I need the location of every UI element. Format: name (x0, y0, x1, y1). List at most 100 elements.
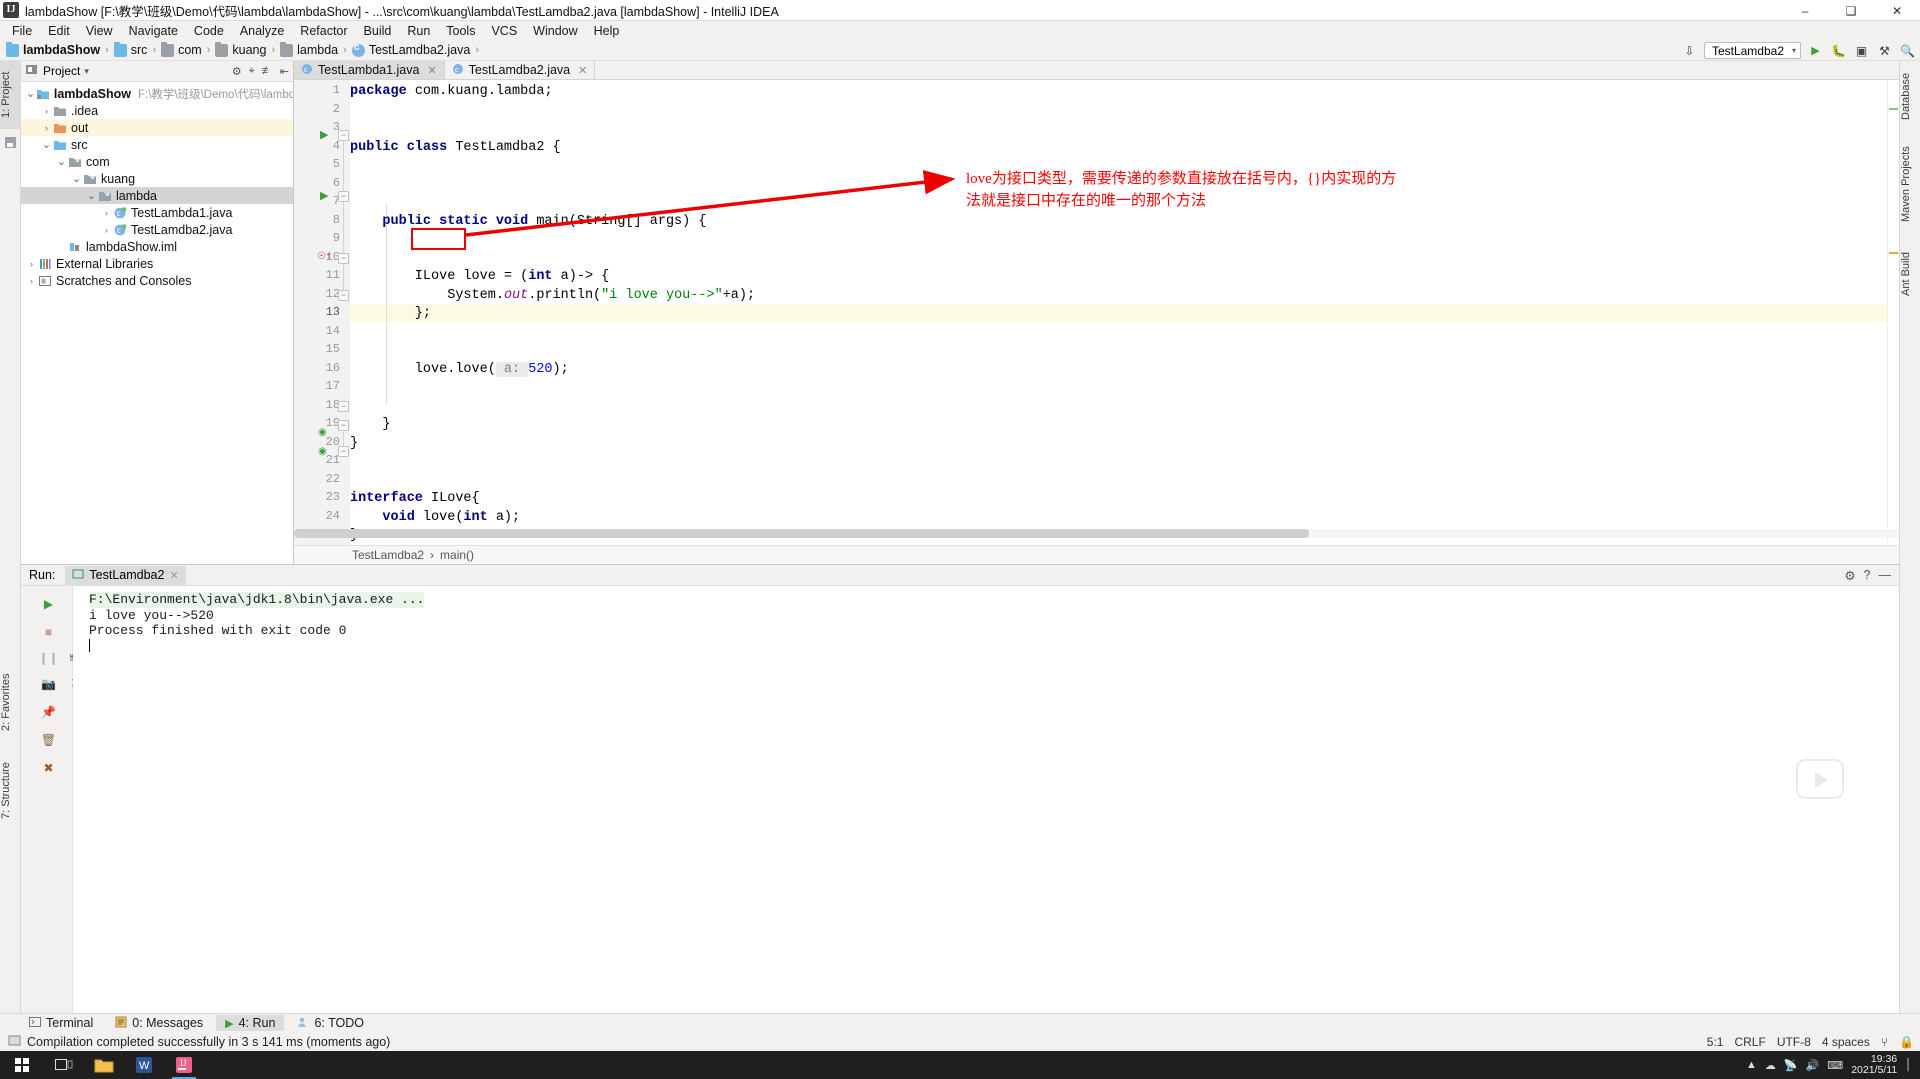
tray-expand-icon[interactable]: ▲ (1746, 1059, 1757, 1071)
menu-refactor[interactable]: Refactor (292, 23, 355, 39)
tray-icon-volume[interactable]: 🔊 (1806, 1059, 1820, 1072)
breadcrumb-item-lambda[interactable]: lambda › (280, 41, 352, 57)
close-icon[interactable]: ✕ (169, 569, 178, 582)
project-structure-icon[interactable] (4, 136, 17, 149)
run-with-coverage-button[interactable]: ▣ (1853, 42, 1870, 59)
sidebar-item-maven-projects[interactable]: Maven Projects (1900, 133, 1920, 235)
implemented-gutter-icon[interactable]: ◉ (318, 446, 327, 457)
tree-expand-arrow[interactable]: › (100, 225, 113, 235)
menu-build[interactable]: Build (356, 23, 400, 39)
update-project-icon[interactable]: ⇩ (1681, 42, 1698, 59)
menu-window[interactable]: Window (525, 23, 585, 39)
close-icon[interactable]: ✕ (427, 64, 436, 77)
chevron-down-icon[interactable]: ▾ (84, 66, 89, 77)
tab-terminal[interactable]: Terminal (20, 1015, 102, 1032)
run-console[interactable]: F:\Environment\java\jdk1.8\bin\java.exe … (73, 586, 1899, 1014)
menu-edit[interactable]: Edit (40, 23, 78, 39)
tree-expand-arrow[interactable]: ⌄ (25, 87, 36, 100)
editor-gutter[interactable]: 1234567891011121314151617181920212223242… (294, 80, 350, 564)
fold-marker[interactable]: − (338, 253, 349, 264)
tree-node-out[interactable]: › out (21, 119, 293, 136)
minimize-button[interactable]: – (1782, 0, 1828, 21)
line-separator[interactable]: CRLF (1734, 1035, 1765, 1049)
search-everywhere-button[interactable]: 🔍 (1899, 42, 1916, 59)
tree-expand-arrow[interactable]: › (25, 276, 38, 286)
menu-code[interactable]: Code (186, 23, 232, 39)
tree-expand-arrow[interactable]: ⌄ (55, 155, 68, 168)
breadcrumb-item-module[interactable]: lambdaShow › (6, 41, 114, 57)
run-method-gutter-icon[interactable]: ▶ (320, 189, 328, 202)
tab-testlamdba2[interactable]: c TestLamdba2.java ✕ (444, 61, 596, 79)
help-icon[interactable]: ? (1864, 568, 1871, 582)
tab-run[interactable]: ▶ 4: Run (216, 1015, 285, 1031)
tree-node-testlambda1-java[interactable]: › c TestLambda1.java (21, 204, 293, 221)
run-configuration-selector[interactable]: TestLamdba2 (1703, 42, 1801, 59)
caret-position[interactable]: 5:1 (1707, 1035, 1724, 1049)
fold-marker[interactable]: − (338, 290, 349, 301)
start-button[interactable] (0, 1051, 44, 1079)
settings-gear-icon[interactable]: ⚙ (232, 65, 242, 78)
tree-node-lambda[interactable]: ⌄ lambda (21, 187, 293, 204)
fold-marker[interactable]: − (338, 130, 349, 141)
breadcrumb-item-file[interactable]: TestLamdba2.java › (351, 42, 484, 57)
tray-icon-input[interactable]: ⌨ (1827, 1059, 1843, 1072)
tree-expand-arrow[interactable]: › (40, 123, 53, 133)
breadcrumb-item-kuang[interactable]: kuang › (215, 41, 280, 57)
breadcrumb-class[interactable]: TestLamdba2 (352, 548, 424, 562)
debug-button[interactable]: 🐛 (1830, 42, 1847, 59)
fold-marker[interactable]: − (338, 420, 349, 431)
menu-tools[interactable]: Tools (438, 23, 483, 39)
tab-todo[interactable]: 6: TODO (288, 1015, 373, 1032)
task-view-button[interactable] (44, 1051, 84, 1079)
menu-analyze[interactable]: Analyze (232, 23, 292, 39)
editor-error-stripe[interactable] (1887, 80, 1899, 564)
code-editor[interactable]: 1234567891011121314151617181920212223242… (294, 80, 1899, 564)
menu-view[interactable]: View (78, 23, 121, 39)
pause-button[interactable]: ❙❙ (38, 648, 58, 667)
tree-expand-arrow[interactable]: ⌄ (70, 172, 83, 185)
tree-node-kuang[interactable]: ⌄ kuang (21, 170, 293, 187)
menu-help[interactable]: Help (586, 23, 628, 39)
tab-messages[interactable]: 0: Messages (106, 1015, 212, 1032)
show-desktop-button[interactable]: │ (1905, 1059, 1912, 1071)
expand-collapse-icon[interactable]: ≢ (262, 65, 273, 77)
breadcrumb-item-src[interactable]: src › (113, 41, 161, 57)
sidebar-item-database[interactable]: Database (1900, 65, 1920, 127)
sidebar-item-favorites[interactable]: 2: Favorites (0, 661, 21, 743)
clock[interactable]: 19:36 2021/5/11 (1851, 1054, 1897, 1076)
tree-node-idea[interactable]: › .idea (21, 102, 293, 119)
breadcrumb-method[interactable]: main() (440, 548, 474, 562)
menu-navigate[interactable]: Navigate (121, 23, 186, 39)
print-button[interactable]: 📷 (39, 674, 58, 693)
file-encoding[interactable]: UTF-8 (1777, 1035, 1811, 1049)
menu-file[interactable]: File (4, 23, 40, 39)
lock-icon[interactable]: 🔒 (1899, 1035, 1914, 1049)
breadcrumb-item-com[interactable]: com › (161, 41, 215, 57)
implemented-gutter-icon[interactable]: ◉ (318, 427, 327, 438)
pin-button[interactable]: 📌 (39, 702, 58, 721)
run-tab-testlamdba2[interactable]: TestLamdba2 ✕ (65, 565, 186, 585)
code-content[interactable]: package com.kuang.lambda; public class T… (350, 83, 755, 564)
close-run-button[interactable]: ✖ (39, 758, 58, 777)
tree-node-external-libraries[interactable]: › External Libraries (21, 255, 293, 272)
scrollbar-thumb[interactable] (294, 529, 1309, 538)
tree-expand-arrow[interactable]: ⌄ (40, 138, 53, 151)
run-class-gutter-icon[interactable]: ▶ (320, 128, 328, 141)
sidebar-item-structure[interactable]: 7: Structure (0, 751, 21, 831)
intellij-icon[interactable]: IJ (164, 1051, 204, 1079)
stop-button[interactable]: ■ (39, 622, 58, 641)
tree-node-lambdashow[interactable]: ⌄ lambdaShow F:\教学\班级\Demo\代码\lambda\lam (21, 85, 293, 102)
tree-expand-arrow[interactable]: › (100, 208, 113, 218)
maximize-button[interactable]: ❑ (1828, 0, 1874, 21)
editor-horizontal-scrollbar[interactable] (294, 529, 1899, 538)
branch-icon[interactable]: ⑂ (1881, 1035, 1888, 1049)
tree-node-com[interactable]: ⌄ com (21, 153, 293, 170)
settings-icon[interactable]: ⚙ (1844, 568, 1855, 583)
trash-button[interactable]: 🗑 (39, 730, 58, 749)
file-explorer-icon[interactable] (84, 1051, 124, 1079)
menu-run[interactable]: Run (399, 23, 438, 39)
tree-node-scratches-and-consoles[interactable]: › Scratches and Consoles (21, 272, 293, 289)
word-icon[interactable]: W (124, 1051, 164, 1079)
hide-panel-icon[interactable]: ⇤ (280, 65, 289, 78)
tree-node-lambdashow-iml[interactable]: lambdaShow.iml (21, 238, 293, 255)
